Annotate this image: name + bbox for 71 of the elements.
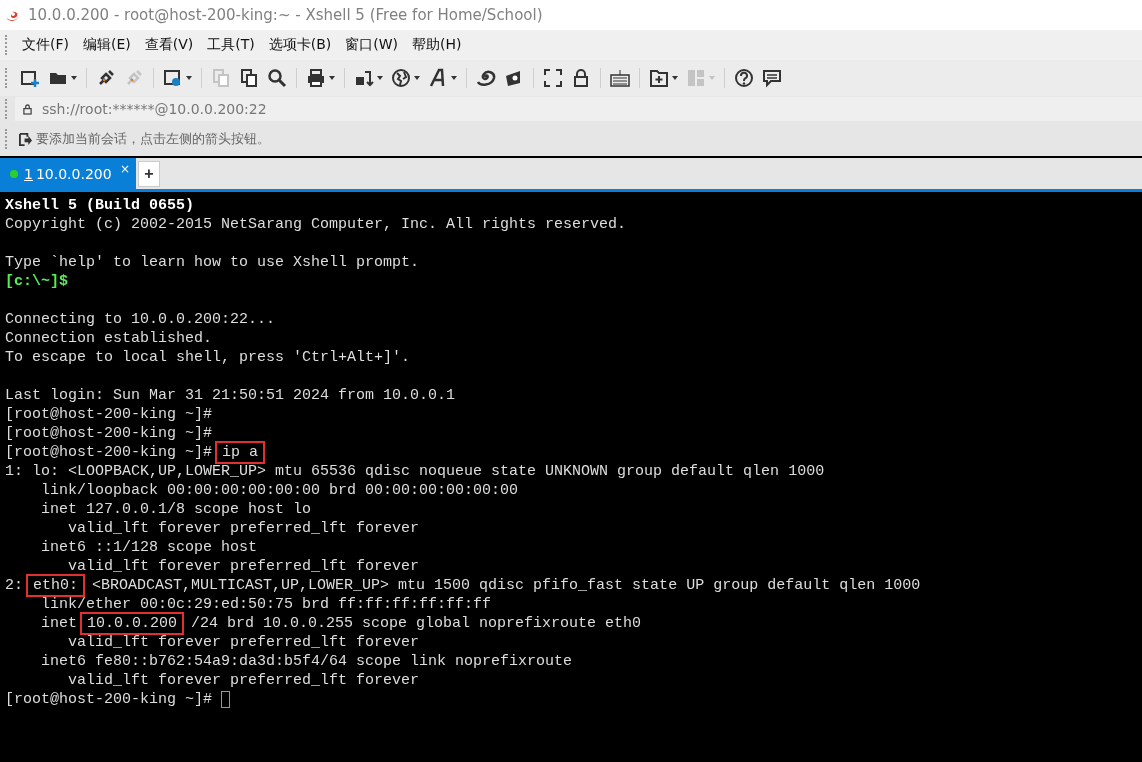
terminal-text: Last login: Sun Mar 31 21:50:51 2024 from 10.0.0.1 bbox=[5, 386, 456, 405]
layout-icon bbox=[686, 68, 706, 88]
terminal-text: [root@host-200-king ~]# bbox=[5, 424, 213, 443]
keyboard-icon bbox=[610, 68, 630, 88]
terminal-text: inet 127.0.0.1/8 scope host lo bbox=[40, 500, 312, 519]
tab-number: 1 bbox=[24, 165, 33, 182]
terminal-text: [root@host-200-king ~]# bbox=[5, 690, 213, 709]
window-gear-icon bbox=[163, 68, 183, 88]
printer-icon bbox=[306, 68, 326, 88]
terminal-text: 1: lo: <LOOPBACK,UP,LOWER_UP> mtu 65536 qdisc noqueue state UNKNOWN group default qlen 1000 bbox=[5, 462, 825, 481]
caret-icon bbox=[377, 76, 383, 80]
menu-item[interactable]: 选项卡(B) bbox=[261, 36, 339, 54]
terminal-text: inet6 fe80::b762:54a9:da3d:b5f4/64 scope link noprefixroute bbox=[40, 652, 573, 671]
arrow-icon[interactable] bbox=[19, 132, 32, 146]
address-field[interactable]: ssh://root:******@10.0.0.200:22 bbox=[15, 97, 1142, 121]
caret-icon bbox=[414, 76, 420, 80]
terminal-text: To escape to local shell, press 'Ctrl+Alt+]'. bbox=[5, 348, 411, 367]
highlighted-text: 10.0.0.200 bbox=[82, 614, 183, 633]
search-icon bbox=[267, 68, 287, 88]
copy-icon bbox=[211, 68, 231, 88]
local-prompt: [c:\~]$ bbox=[5, 272, 68, 291]
terminal-text: Connecting to 10.0.0.200:22... bbox=[5, 310, 276, 329]
terminal-text: valid_lft forever preferred_lft forever bbox=[67, 671, 420, 690]
caret-icon bbox=[71, 76, 77, 80]
session-tab[interactable]: 1 10.0.0.200 × bbox=[0, 158, 136, 189]
lock-icon bbox=[571, 68, 591, 88]
terminal-text: [root@host-200-king ~]# bbox=[5, 405, 213, 424]
caret-icon bbox=[709, 76, 715, 80]
terminal-text: valid_lft forever preferred_lft forever bbox=[67, 557, 420, 576]
terminal-text: Type `help' to learn how to use Xshell prompt. bbox=[5, 253, 420, 272]
terminal-text: valid_lft forever preferred_lft forever bbox=[67, 519, 420, 538]
terminal-text: Connection established. bbox=[5, 329, 213, 348]
highlighted-text: ip a bbox=[217, 443, 264, 462]
highlighted-text: eth0: bbox=[28, 576, 84, 595]
globe-icon bbox=[391, 68, 411, 88]
terminal-text: link/loopback 00:00:00:00:00:00 brd 00:00:00:00:00:00 bbox=[40, 481, 519, 500]
help-icon bbox=[734, 68, 754, 88]
menu-item[interactable]: 编辑(E) bbox=[76, 36, 138, 54]
transfer-icon bbox=[354, 68, 374, 88]
terminal-text: 2: bbox=[5, 576, 23, 595]
terminal-text: inet bbox=[40, 614, 77, 633]
terminal-text: [root@host-200-king ~]# bbox=[5, 443, 213, 462]
new-tab-button[interactable]: + bbox=[138, 161, 160, 187]
caret-icon bbox=[451, 76, 457, 80]
lock-icon bbox=[23, 103, 32, 115]
menu-item[interactable]: 窗口(W) bbox=[338, 36, 406, 54]
terminal-text: <BROADCAST,MULTICAST,UP,LOWER_UP> mtu 1500 qdisc pfifo_fast state UP group default qlen 1000 bbox=[92, 576, 921, 595]
paste-icon bbox=[239, 68, 259, 88]
close-tab-button[interactable]: × bbox=[119, 162, 130, 176]
caret-icon bbox=[329, 76, 335, 80]
hint-text: 要添加当前会话，点击左侧的箭头按钮。 bbox=[36, 130, 270, 148]
terminal-text: link/ether 00:0c:29:ed:50:75 brd ff:ff:ff:ff:ff:ff bbox=[40, 595, 492, 614]
speech-bubble-icon bbox=[762, 68, 782, 88]
folder-plus-icon bbox=[649, 68, 669, 88]
terminal-text: Copyright (c) 2002-2015 NetSarang Computer, Inc. All rights reserved. bbox=[5, 215, 627, 234]
caret-icon bbox=[186, 76, 192, 80]
menu-item[interactable]: 工具(T) bbox=[200, 36, 262, 54]
tab-label: 10.0.0.200 bbox=[35, 165, 112, 182]
fullscreen-icon bbox=[543, 68, 563, 88]
menu-item[interactable]: 查看(V) bbox=[137, 36, 201, 54]
terminal-heading: Xshell 5 (Build 0655) bbox=[5, 196, 195, 215]
menu-item[interactable]: 文件(F) bbox=[15, 36, 76, 54]
text-cursor bbox=[221, 691, 231, 708]
spiral-icon bbox=[476, 68, 496, 88]
menu-item[interactable]: 帮助(H) bbox=[405, 36, 469, 54]
terminal-text: valid_lft forever preferred_lft forever bbox=[67, 633, 420, 652]
caret-icon bbox=[672, 76, 678, 80]
window-title: 10.0.0.200 - root@host-200-king:~ - Xshell 5 (Free for Home/School) bbox=[28, 6, 543, 24]
new-window-icon bbox=[20, 68, 40, 88]
terminal-text: inet6 ::1/128 scope host bbox=[40, 538, 258, 557]
terminal-text: /24 brd 10.0.0.255 scope global noprefixroute eth0 bbox=[191, 614, 642, 633]
